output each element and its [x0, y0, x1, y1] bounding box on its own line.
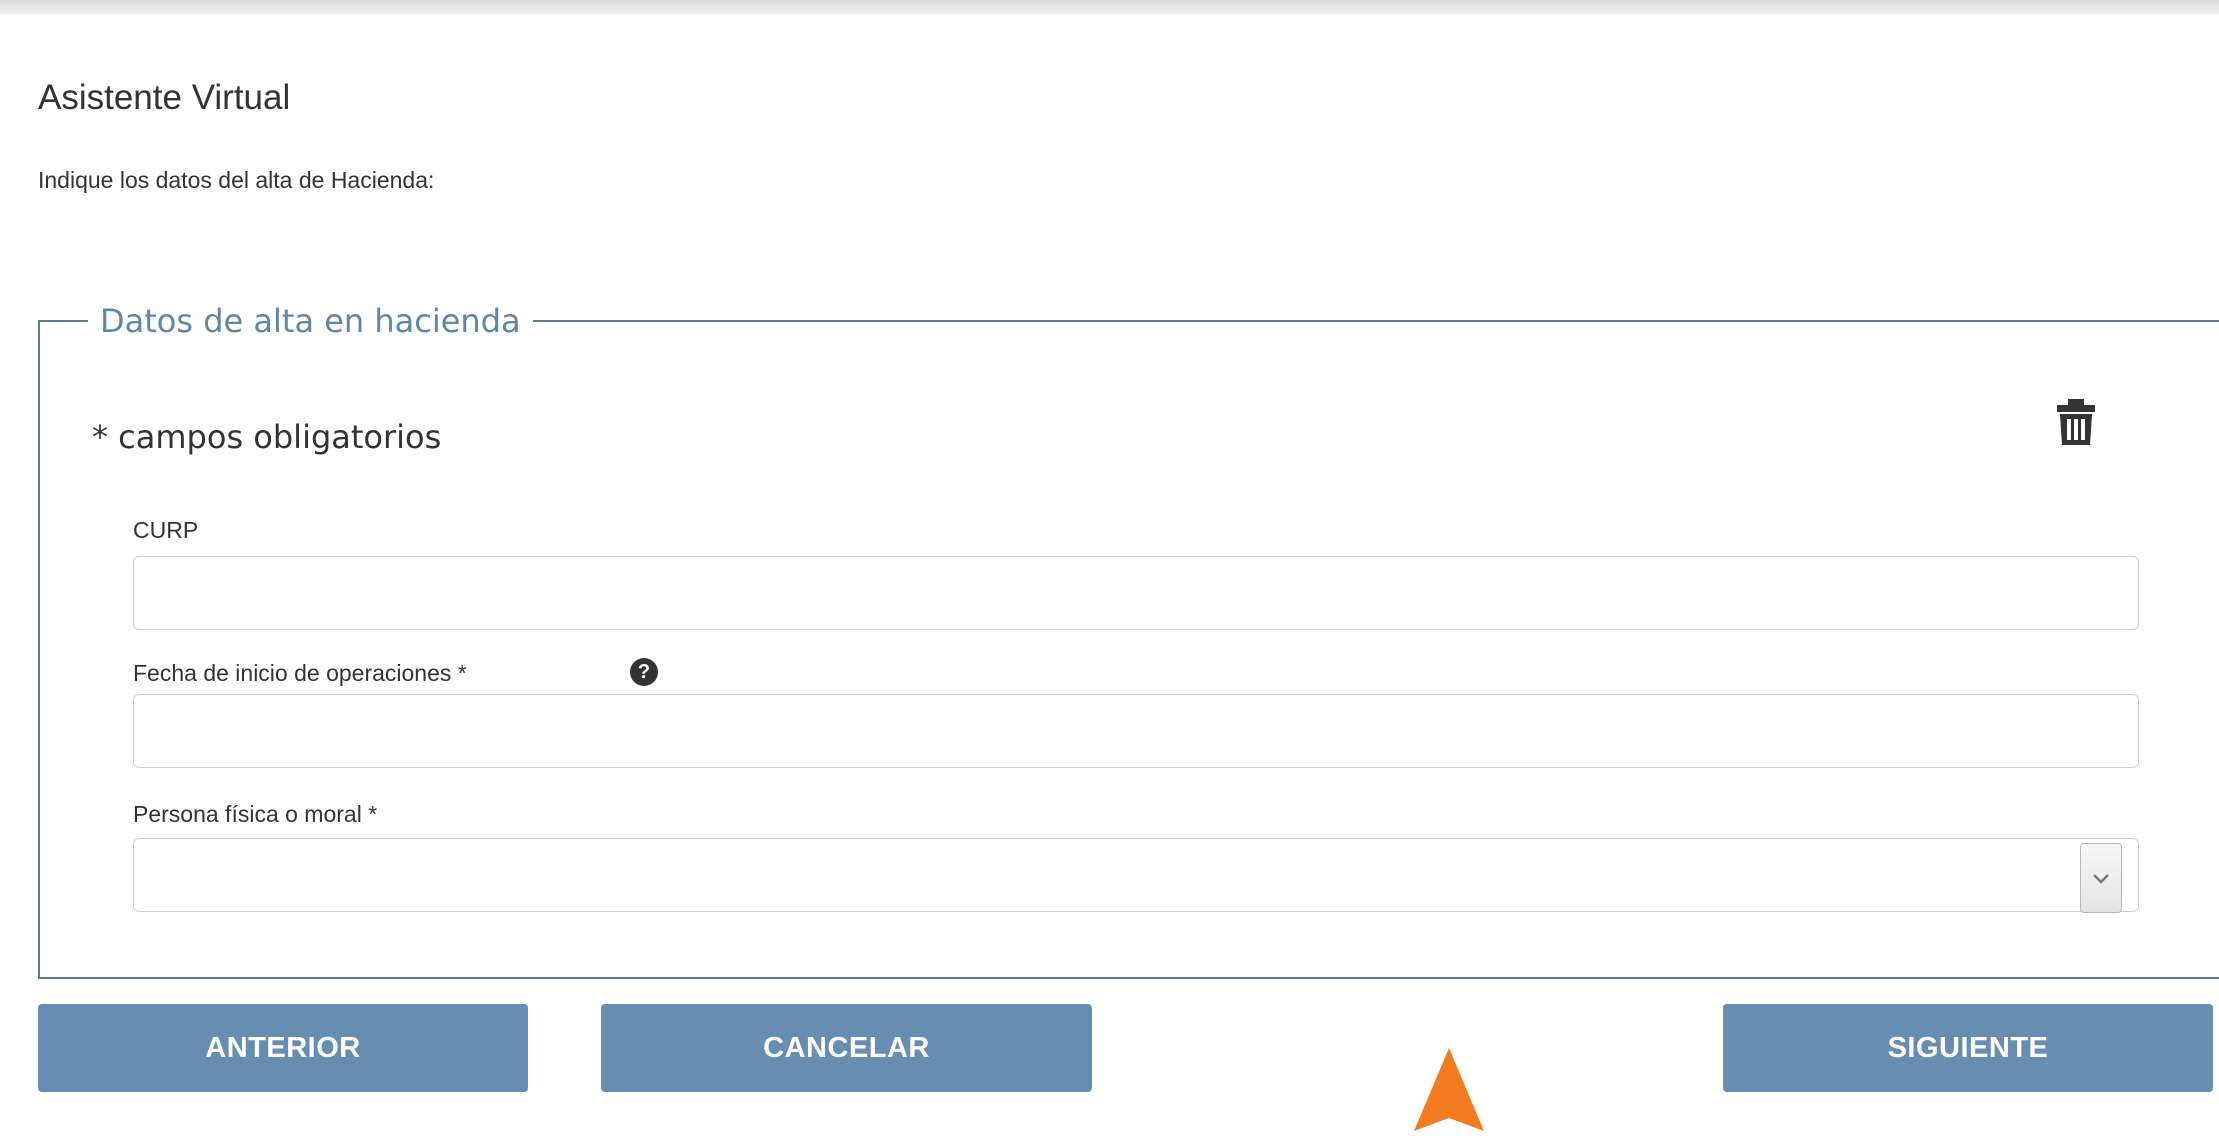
top-border-strip — [0, 0, 2219, 14]
person-type-label: Persona física o moral * — [133, 801, 378, 827]
page-instructions: Indique los datos del alta de Hacienda: — [38, 167, 435, 193]
required-fields-note: * campos obligatorios — [92, 418, 442, 456]
start-date-label: Fecha de inicio de operaciones * — [133, 660, 467, 686]
person-type-select[interactable] — [133, 838, 2139, 912]
start-date-input[interactable] — [133, 694, 2139, 768]
next-button[interactable]: SIGUIENTE — [1723, 1004, 2213, 1092]
cancel-button[interactable]: CANCELAR — [601, 1004, 1092, 1092]
page-title: Asistente Virtual — [38, 78, 291, 117]
curp-input[interactable] — [133, 556, 2139, 630]
previous-button[interactable]: ANTERIOR — [38, 1004, 528, 1092]
chevron-down-icon[interactable] — [2080, 843, 2122, 913]
fieldset-legend: Datos de alta en hacienda — [100, 302, 521, 340]
question-circle-icon[interactable]: ? — [630, 658, 658, 686]
cursor-arrow-icon — [1414, 1048, 1484, 1131]
trash-icon[interactable] — [2054, 398, 2098, 446]
curp-label: CURP — [133, 517, 199, 543]
